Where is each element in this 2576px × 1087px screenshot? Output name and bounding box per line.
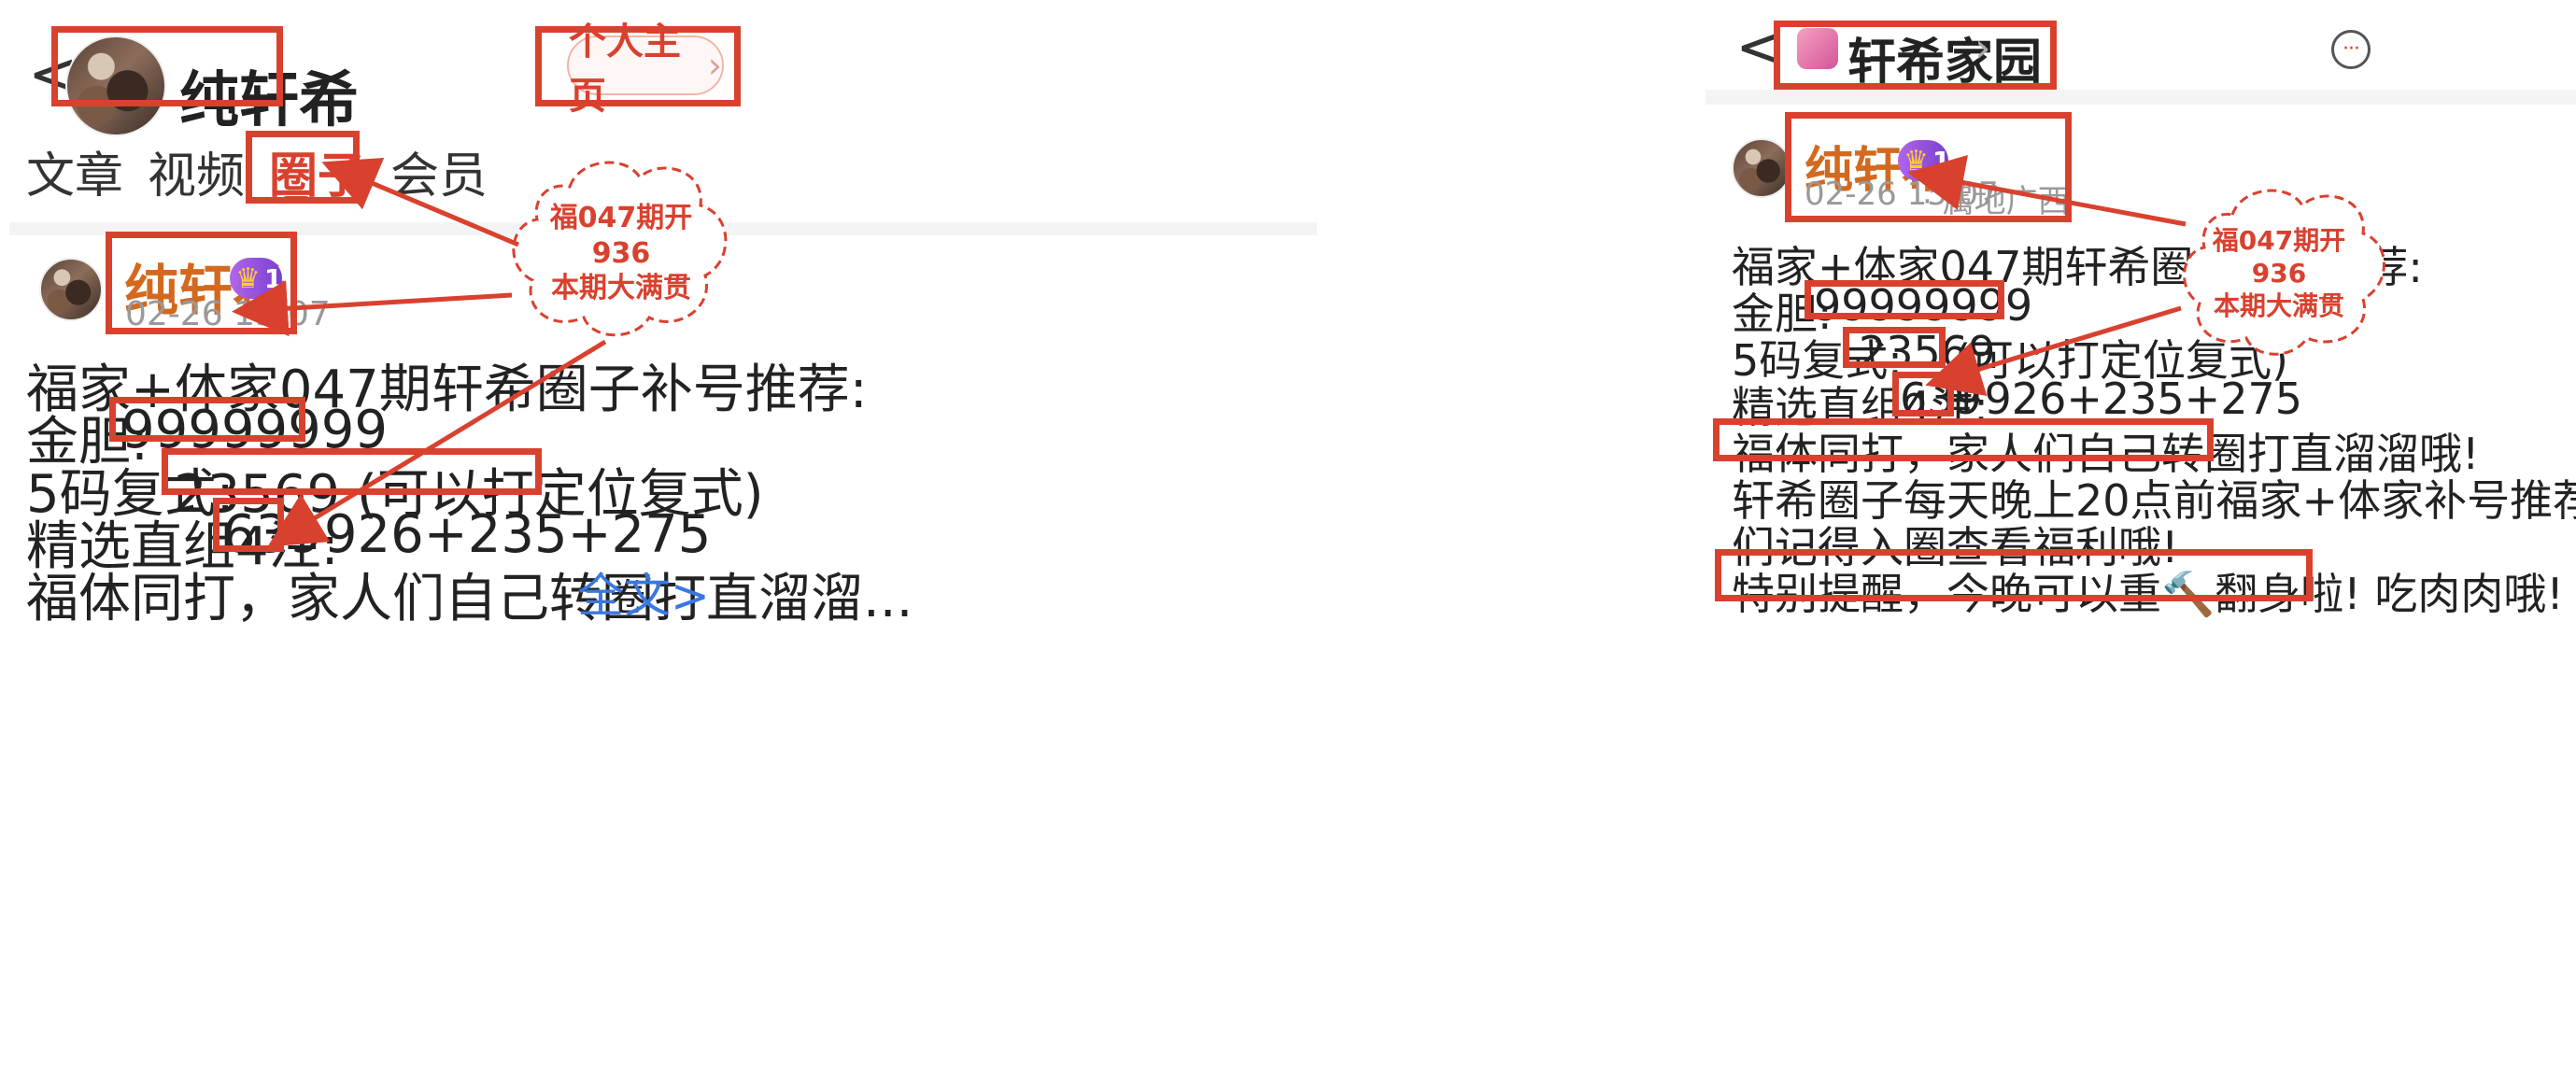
annotation-arrows <box>1907 155 2187 397</box>
arrow-to-pick <box>1925 305 2182 397</box>
panel-divider <box>1326 0 1354 1087</box>
arrow-to-pick <box>267 339 607 547</box>
arrow-to-timestamp <box>232 280 513 337</box>
arrow-to-timestamp <box>1907 155 2187 227</box>
left-screenshot: < 纯轩希 个人主页 › 文章 视频 圈子 会员 纯轩希 ♛ 13 02-26 … <box>0 0 1326 1087</box>
annotation-arrows <box>232 157 607 547</box>
right-screenshot: < 轩希家园 › ··· 纯轩希 ♛ 13 02-26 15:07 · 属地广西… <box>1354 0 2576 1087</box>
arrow-to-tab <box>321 157 519 247</box>
